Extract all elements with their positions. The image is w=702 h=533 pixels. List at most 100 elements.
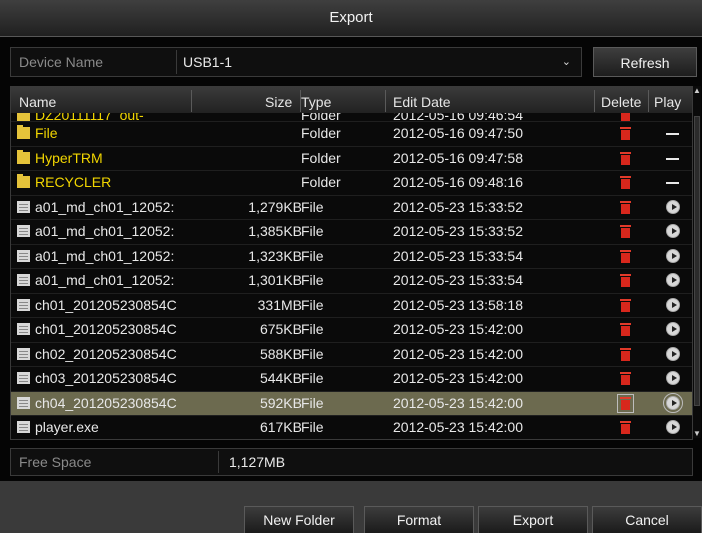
table-row[interactable]: ch02_201205230854C 588KB File 2012-05-23 15… [11, 343, 692, 367]
column-divider[interactable] [594, 90, 595, 112]
trash-icon[interactable] [620, 347, 631, 361]
export-dialog: Export Device Name USB1-1 ⌄ Refresh Name… [0, 0, 702, 533]
file-edit-date: 2012-05-16 09:47:58 [393, 149, 523, 166]
table-row[interactable]: File Folder 2012-05-16 09:47:50 [11, 122, 692, 147]
trash-icon[interactable] [620, 274, 631, 287]
dialog-title: Export [0, 0, 702, 37]
file-edit-date: 2012-05-16 09:47:50 [393, 125, 523, 141]
trash-icon[interactable] [620, 200, 631, 214]
file-edit-date: 2012-05-23 15:42:00 [393, 370, 523, 386]
file-type: File [301, 223, 324, 239]
trash-icon[interactable] [620, 372, 631, 385]
table-row[interactable]: a01_md_ch01_12052: 1,301KB File 2012-05-23 … [11, 269, 692, 294]
format-button[interactable]: Format [364, 506, 474, 533]
file-icon [17, 323, 30, 335]
folder-icon [17, 113, 30, 121]
table-row[interactable]: player.exe 617KB File 2012-05-23 15:42:00 [11, 416, 692, 439]
play-icon[interactable] [666, 199, 680, 214]
play-icon[interactable] [666, 248, 680, 263]
file-type: File [301, 370, 324, 386]
file-icon [17, 396, 30, 409]
device-name-label: Device Name [19, 54, 104, 70]
play-icon[interactable] [666, 420, 680, 434]
table-row[interactable]: ch04_201205230854C 592KB File 2012-05-23 15… [11, 391, 692, 416]
vertical-scrollbar[interactable]: ▲ ▼ [693, 86, 701, 438]
trash-icon[interactable] [620, 127, 631, 140]
file-type: File [301, 247, 324, 264]
file-size: 675KB [259, 321, 302, 337]
file-icon [17, 274, 30, 286]
table-row[interactable]: HyperTRM Folder 2012-05-16 09:47:58 [11, 147, 692, 171]
file-type: File [301, 296, 324, 313]
file-edit-date: 2012-05-23 15:33:52 [393, 223, 523, 239]
trash-icon[interactable] [620, 298, 631, 312]
folder-icon [17, 125, 30, 139]
column-divider[interactable] [385, 90, 386, 112]
file-icon [17, 225, 30, 237]
play-icon[interactable] [666, 322, 680, 336]
table-row[interactable]: a01_md_ch01_12052: 1,323KB File 2012-05-23 … [11, 245, 692, 269]
file-size: 544KB [259, 370, 302, 386]
file-type: Folder [301, 125, 341, 141]
button-bar: New Folder Format Export Cancel [0, 481, 702, 533]
file-name: ch01_201205230854C [35, 296, 177, 313]
file-name: ch03_201205230854C [35, 370, 177, 386]
file-name: a01_md_ch01_12052: [35, 272, 175, 288]
table-row[interactable]: DZ20111117_out- Folder 2012-05-16 09:46:54 [11, 113, 692, 122]
file-name: HyperTRM [35, 149, 103, 166]
file-type: File [301, 394, 324, 411]
file-name: RECYCLER [35, 174, 112, 190]
file-name: File [35, 125, 58, 141]
file-size: 331MB [257, 296, 302, 313]
refresh-button[interactable]: Refresh [593, 47, 697, 77]
play-icon[interactable] [666, 371, 680, 385]
device-name-select[interactable]: Device Name USB1-1 ⌄ [10, 47, 582, 77]
file-edit-date: 2012-05-23 13:58:18 [393, 296, 523, 313]
file-size: 1,301KB [248, 272, 302, 288]
trash-icon[interactable] [620, 421, 631, 434]
chevron-down-icon[interactable]: ⌄ [562, 48, 571, 76]
new-folder-button[interactable]: New Folder [244, 506, 354, 533]
file-name: player.exe [35, 419, 99, 435]
file-name: a01_md_ch01_12052: [35, 223, 175, 239]
trash-icon[interactable] [620, 323, 631, 336]
column-divider[interactable] [648, 90, 649, 112]
file-size: 592KB [259, 394, 302, 411]
column-divider[interactable] [191, 90, 192, 112]
table-row[interactable]: ch01_201205230854C 331MB File 2012-05-23 13… [11, 294, 692, 318]
free-space-divider [218, 451, 219, 473]
trash-icon[interactable] [620, 151, 631, 165]
scroll-up-icon[interactable]: ▲ [693, 86, 701, 95]
play-icon[interactable] [666, 297, 680, 312]
scrollbar-thumb[interactable] [694, 116, 700, 406]
file-type: File [301, 419, 324, 435]
play-icon[interactable] [666, 346, 680, 361]
folder-icon [17, 149, 30, 164]
cancel-button[interactable]: Cancel [592, 506, 702, 533]
trash-icon[interactable] [620, 176, 631, 189]
trash-icon[interactable] [620, 225, 631, 238]
table-row[interactable]: a01_md_ch01_12052: 1,385KB File 2012-05-23 … [11, 220, 692, 245]
table-row[interactable]: a01_md_ch01_12052: 1,279KB File 2012-05-23 … [11, 196, 692, 220]
file-size: 588KB [259, 345, 302, 362]
export-button[interactable]: Export [478, 506, 588, 533]
dash-icon [666, 133, 679, 135]
table-row[interactable]: RECYCLER Folder 2012-05-16 09:48:16 [11, 171, 692, 196]
scroll-down-icon[interactable]: ▼ [693, 429, 701, 438]
play-icon[interactable] [666, 224, 680, 238]
file-type: File [301, 272, 324, 288]
file-type: File [301, 345, 324, 362]
file-type: Folder [301, 149, 341, 166]
trash-icon[interactable] [620, 113, 631, 121]
trash-icon[interactable] [617, 393, 634, 413]
table-row[interactable]: ch03_201205230854C 544KB File 2012-05-23 15… [11, 367, 692, 392]
play-icon[interactable] [663, 392, 683, 413]
file-table: Name Size Type Edit Date Delete Play DZ2… [10, 86, 693, 440]
table-header: Name Size Type Edit Date Delete Play [11, 87, 692, 113]
file-name: a01_md_ch01_12052: [35, 198, 175, 215]
file-edit-date: 2012-05-23 15:33:54 [393, 247, 523, 264]
trash-icon[interactable] [620, 249, 631, 263]
table-row[interactable]: ch01_201205230854C 675KB File 2012-05-23 15… [11, 318, 692, 343]
free-space-label: Free Space [19, 454, 92, 470]
play-icon[interactable] [666, 273, 680, 287]
